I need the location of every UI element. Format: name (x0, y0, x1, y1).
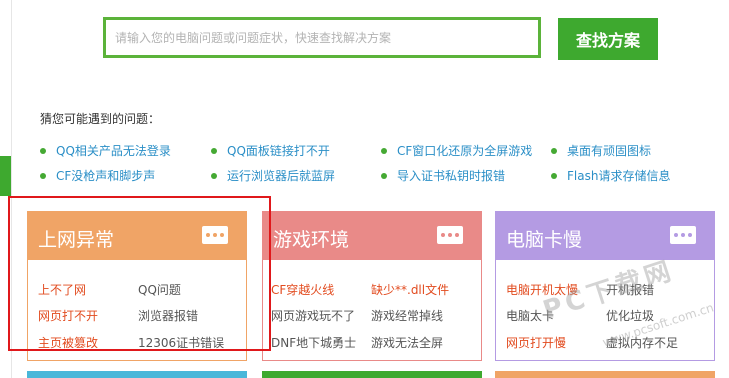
bullet-icon (40, 172, 46, 179)
bullet-icon (551, 172, 557, 179)
guess-link[interactable]: 导入证书私钥时报错 (381, 167, 505, 184)
guess-link[interactable]: CF没枪声和脚步声 (40, 167, 155, 184)
card-link[interactable]: DNF地下城勇士 (271, 334, 356, 351)
guess-link[interactable]: QQ相关产品无法登录 (40, 142, 171, 159)
card-header[interactable]: 游戏环境 (263, 212, 481, 260)
guess-link[interactable]: QQ面板链接打不开 (211, 142, 330, 159)
left-divider (11, 0, 12, 378)
next-card-strip (27, 371, 247, 378)
bullet-icon (211, 147, 217, 154)
more-icon[interactable] (670, 226, 696, 244)
card-link[interactable]: 游戏经常掉线 (371, 307, 443, 324)
guess-link-text: CF窗口化还原为全屏游戏 (397, 144, 533, 158)
bullet-icon (211, 172, 217, 179)
next-card-strip (262, 371, 482, 378)
guess-link-text: QQ面板链接打不开 (227, 144, 330, 158)
guess-link[interactable]: CF窗口化还原为全屏游戏 (381, 142, 532, 159)
guess-title: 猜您可能遇到的问题： (40, 112, 161, 126)
bullet-icon (381, 172, 387, 179)
guess-link-text: 桌面有顽固图标 (567, 144, 652, 158)
card-link[interactable]: 游戏无法全屏 (371, 334, 443, 351)
guess-link[interactable]: 桌面有顽固图标 (551, 142, 651, 159)
guess-link-text: Flash请求存储信息 (567, 169, 671, 183)
card-link[interactable]: 上不了网 (38, 281, 86, 298)
guess-link-text: 导入证书私钥时报错 (397, 169, 506, 183)
card-link[interactable]: 网页打开慢 (506, 334, 566, 351)
card-link[interactable]: 网页打不开 (38, 307, 98, 324)
category-card-games: 游戏环境 CF穿越火线 缺少**.dll文件 网页游戏玩不了 游戏经常掉线 DN… (262, 211, 482, 361)
card-title: 电脑卡慢 (506, 229, 583, 251)
left-edge-tab[interactable] (0, 156, 11, 196)
card-link[interactable]: 浏览器报错 (138, 307, 198, 324)
bullet-icon (551, 147, 557, 154)
card-link[interactable]: 主页被篡改 (38, 334, 98, 351)
card-link[interactable]: QQ问题 (138, 281, 181, 298)
card-link[interactable]: 12306证书错误 (138, 334, 224, 351)
card-header[interactable]: 电脑卡慢 (496, 212, 714, 260)
next-card-strip (495, 371, 715, 378)
card-link[interactable]: CF穿越火线 (271, 281, 334, 298)
search-input[interactable] (106, 20, 538, 55)
bullet-icon (381, 147, 387, 154)
guess-link-text: CF没枪声和脚步声 (56, 169, 156, 183)
card-link[interactable]: 缺少**.dll文件 (371, 281, 449, 298)
bullet-icon (40, 147, 46, 154)
search-button[interactable]: 查找方案 (558, 18, 658, 60)
guess-link-text: 运行浏览器后就蓝屏 (227, 169, 336, 183)
card-header[interactable]: 上网异常 (28, 212, 246, 260)
card-title: 游戏环境 (273, 229, 350, 251)
card-title: 上网异常 (38, 229, 115, 251)
guess-link[interactable]: 运行浏览器后就蓝屏 (211, 167, 335, 184)
card-link[interactable]: 网页游戏玩不了 (271, 307, 355, 324)
more-icon[interactable] (437, 226, 463, 244)
category-card-network: 上网异常 上不了网 QQ问题 网页打不开 浏览器报错 主页被篡改 12306证书… (27, 211, 247, 361)
guess-link-text: QQ相关产品无法登录 (56, 144, 171, 158)
search-box (103, 17, 541, 58)
guess-link[interactable]: Flash请求存储信息 (551, 167, 670, 184)
more-icon[interactable] (202, 226, 228, 244)
